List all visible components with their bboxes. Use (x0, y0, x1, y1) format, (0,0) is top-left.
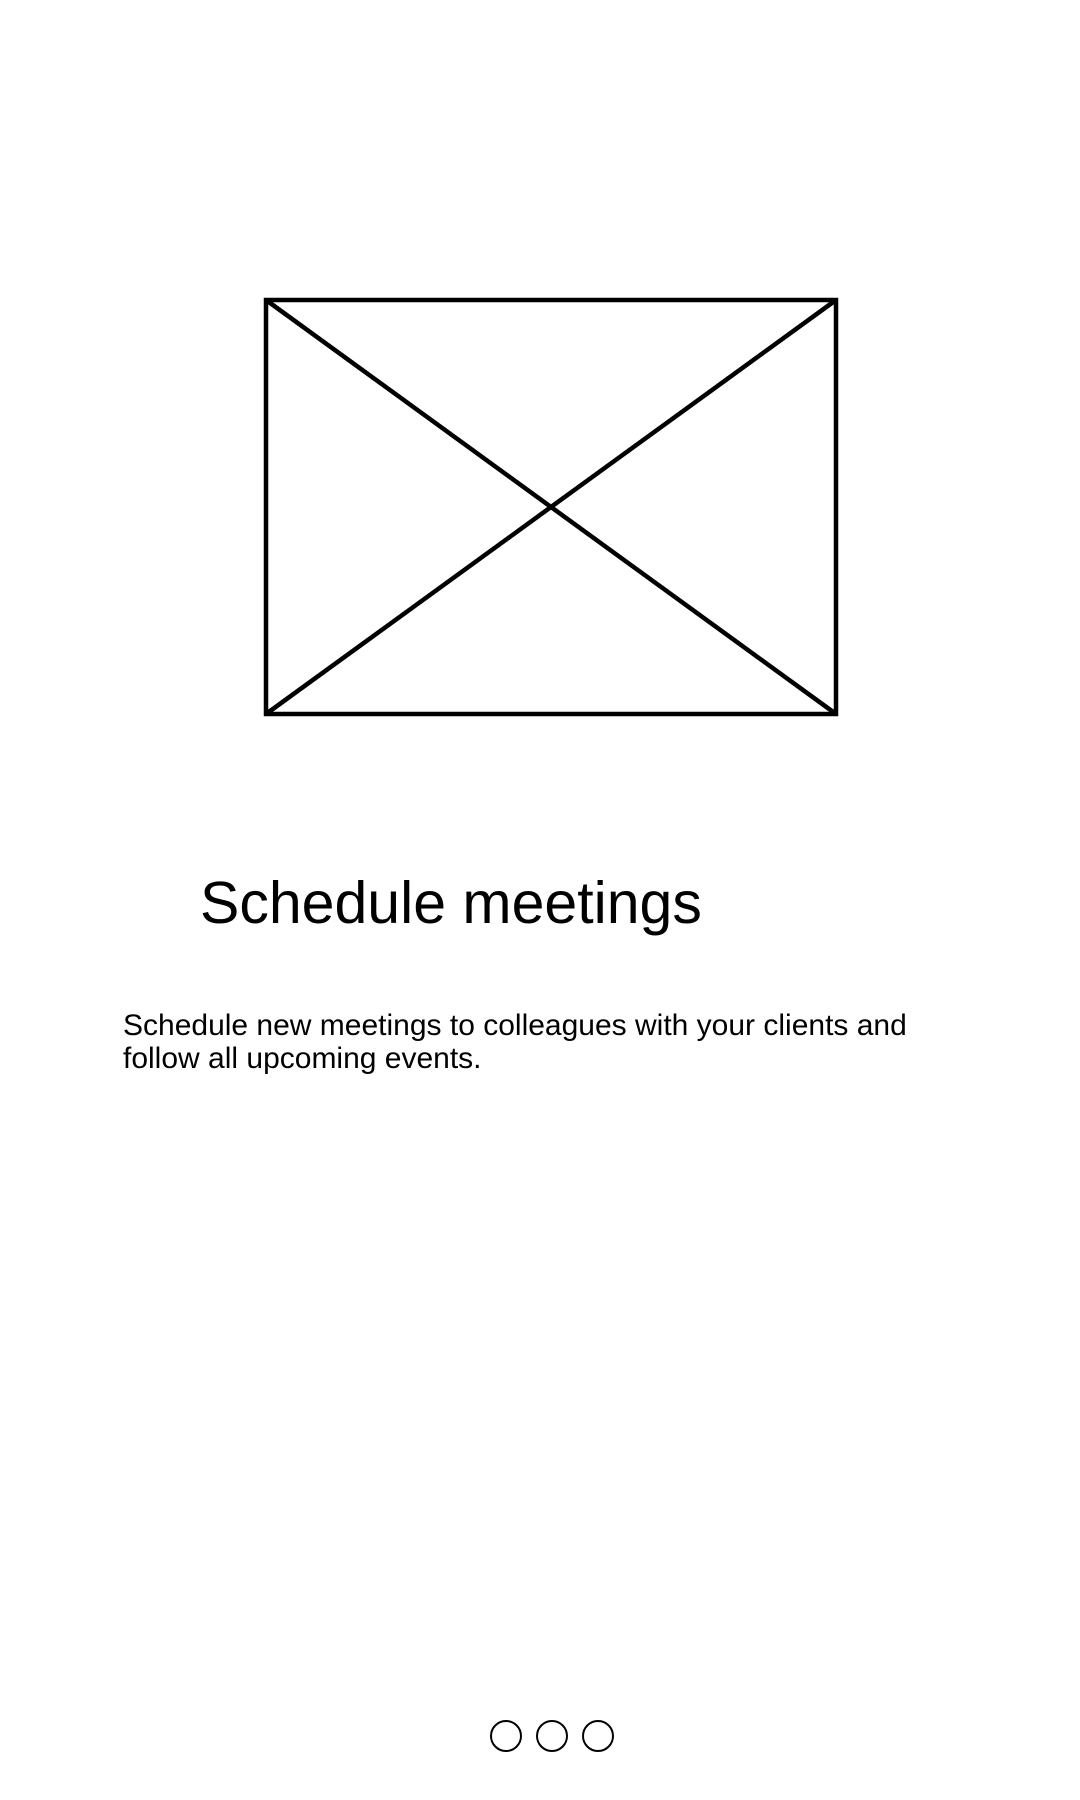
page-dot-1[interactable] (490, 1720, 522, 1752)
page-dot-2[interactable] (536, 1720, 568, 1752)
onboarding-screen: Schedule meetings Schedule new meetings … (0, 0, 1080, 1800)
image-placeholder-icon (262, 296, 840, 718)
page-dot-3[interactable] (582, 1720, 614, 1752)
onboarding-description: Schedule new meetings to colleagues with… (123, 1009, 907, 1075)
page-indicator (490, 1720, 614, 1752)
onboarding-title: Schedule meetings (200, 870, 702, 936)
